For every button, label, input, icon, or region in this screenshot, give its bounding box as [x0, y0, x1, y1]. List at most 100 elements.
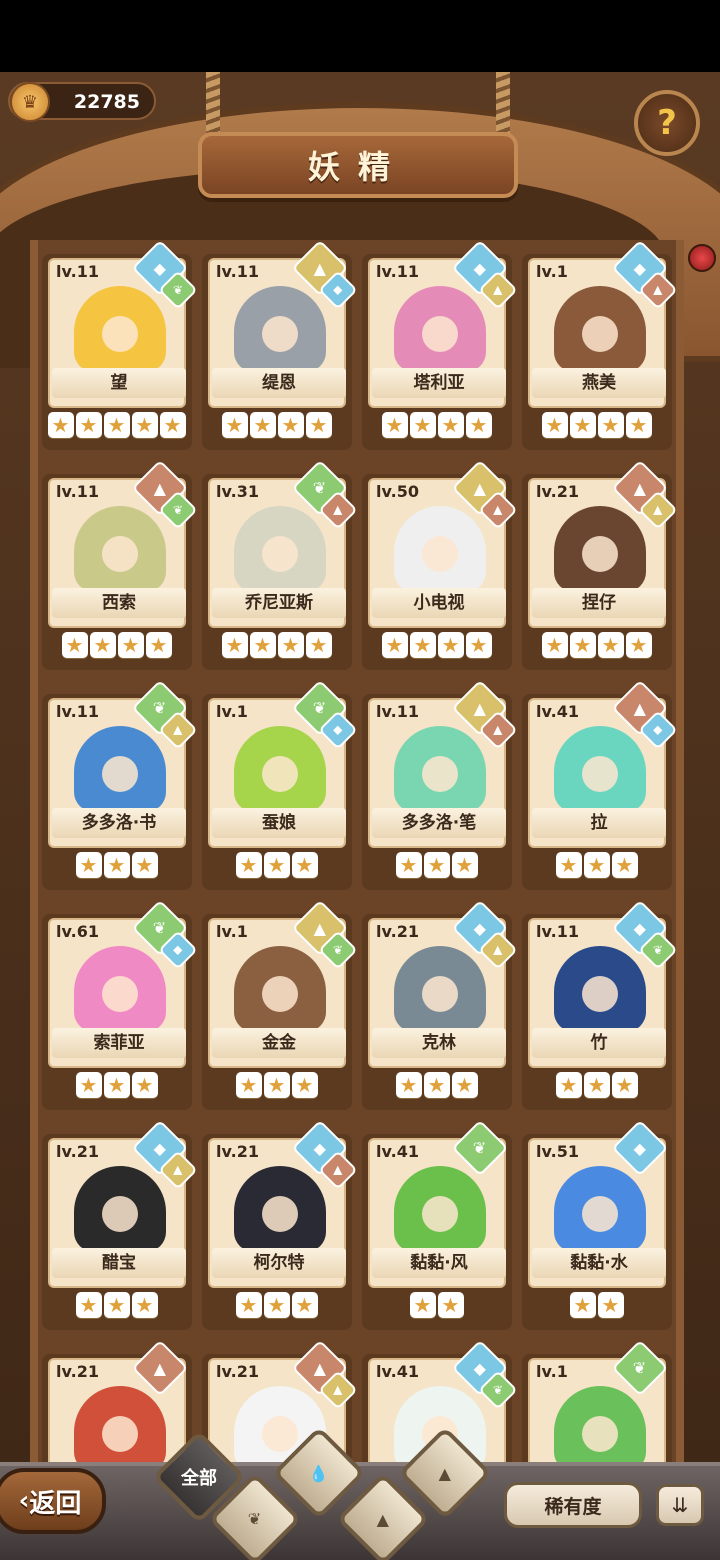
- fairy-name: 竹: [532, 1028, 666, 1058]
- fairy-portrait: [74, 286, 166, 372]
- fairy-card[interactable]: lv.61 索菲亚 ❦ ◆ ★ ★ ★: [42, 899, 198, 1110]
- fairy-card[interactable]: lv.11 多多洛·书 ❦ ▲ ★ ★ ★: [42, 679, 198, 890]
- star-icon: ★: [382, 632, 408, 658]
- fairy-level: lv.21: [56, 1362, 99, 1381]
- star-icon: ★: [222, 632, 248, 658]
- star-icon: ★: [236, 1292, 262, 1318]
- fairy-card[interactable]: lv.21 克林 ◆ ▲ ★ ★ ★: [362, 899, 518, 1110]
- star-icon: ★: [424, 1072, 450, 1098]
- fairy-card[interactable]: lv.51 黏黏·水 ◆ ★ ★: [522, 1119, 672, 1330]
- star-icon: ★: [598, 412, 624, 438]
- star-icon: ★: [104, 1072, 130, 1098]
- fairy-level: lv.41: [376, 1142, 419, 1161]
- star-icon: ★: [466, 632, 492, 658]
- fairy-card[interactable]: lv.41 黏黏·风 ❦ ★ ★: [362, 1119, 512, 1330]
- back-chevron-icon: ‹: [18, 1486, 30, 1516]
- star-icon: ★: [236, 852, 262, 878]
- star-icon: ★: [626, 412, 652, 438]
- star-rating: ★ ★ ★ ★ ★: [42, 412, 192, 438]
- star-icon: ★: [556, 852, 582, 878]
- fairy-name: 多多洛·笔: [372, 808, 506, 838]
- fairy-name: 蚕娘: [212, 808, 346, 838]
- star-rating: ★ ★ ★: [202, 1072, 352, 1098]
- star-rating: ★ ★ ★ ★: [202, 412, 352, 438]
- star-icon: ★: [612, 1072, 638, 1098]
- star-icon: ★: [570, 632, 596, 658]
- water-drop-icon: 💧: [309, 1463, 329, 1483]
- fairy-card[interactable]: lv.31 乔尼亚斯 ❦ ▲ ★ ★ ★ ★: [202, 459, 358, 670]
- fairy-portrait: [74, 506, 166, 592]
- fairy-portrait: [554, 286, 646, 372]
- fairy-card[interactable]: lv.11 缇恩 ▲ ◆ ★ ★ ★ ★: [202, 239, 358, 450]
- star-icon: ★: [410, 632, 436, 658]
- volcano-icon: ▲: [438, 1463, 452, 1483]
- star-icon: ★: [396, 852, 422, 878]
- star-icon: ★: [292, 852, 318, 878]
- fairy-name: 乔尼亚斯: [212, 588, 346, 618]
- fairy-name: 拉: [532, 808, 666, 838]
- page-title: 妖精: [307, 148, 408, 186]
- fairy-card[interactable]: lv.21 捏仔 ▲ ▲ ★ ★ ★ ★: [522, 459, 678, 670]
- star-rating: ★ ★ ★ ★: [522, 632, 672, 658]
- fairy-card[interactable]: lv.11 塔利亚 ◆ ▲ ★ ★ ★ ★: [362, 239, 518, 450]
- fairy-name: 西索: [52, 588, 186, 618]
- star-icon: ★: [542, 632, 568, 658]
- help-button[interactable]: ?: [634, 90, 700, 156]
- fairy-card[interactable]: lv.1 蚕娘 ❦ ◆ ★ ★ ★: [202, 679, 358, 890]
- star-icon: ★: [424, 852, 450, 878]
- star-icon: ★: [584, 852, 610, 878]
- fairy-level: lv.61: [56, 922, 99, 941]
- fairy-collection-screen: ♛ 22785 妖精 ? lv.11 望 ◆ ❦ ★ ★ ★ ★ ★ lv.11 缇恩 ▲ ◆ ★ ★ ★ ★ l…: [0, 72, 720, 1560]
- star-icon: ★: [104, 852, 130, 878]
- fairy-name: 柯尔特: [212, 1248, 346, 1278]
- star-icon: ★: [382, 412, 408, 438]
- star-icon: ★: [438, 1292, 464, 1318]
- coin-icon: ♛: [10, 82, 50, 122]
- star-rating: ★ ★ ★: [362, 1072, 512, 1098]
- fairy-level: lv.11: [376, 702, 419, 721]
- sort-rarity-button[interactable]: 稀有度: [504, 1482, 642, 1528]
- star-icon: ★: [236, 1072, 262, 1098]
- fairy-card[interactable]: lv.41 拉 ▲ ◆ ★ ★ ★: [522, 679, 678, 890]
- ladybug-icon[interactable]: [688, 244, 716, 272]
- star-rating: ★ ★ ★ ★: [522, 412, 672, 438]
- fairy-name: 克林: [372, 1028, 506, 1058]
- fairy-card[interactable]: lv.21 醋宝 ◆ ▲ ★ ★ ★: [42, 1119, 198, 1330]
- star-icon: ★: [306, 632, 332, 658]
- back-button-label: 返回: [29, 1488, 82, 1519]
- fairy-card[interactable]: lv.1 燕美 ◆ ▲ ★ ★ ★ ★: [522, 239, 678, 450]
- currency-display: ♛ 22785: [8, 82, 156, 122]
- fairy-portrait: [74, 1386, 166, 1472]
- star-icon: ★: [90, 632, 116, 658]
- star-icon: ★: [264, 1292, 290, 1318]
- fairy-level: lv.11: [56, 702, 99, 721]
- fairy-card[interactable]: lv.11 西索 ▲ ❦ ★ ★ ★ ★: [42, 459, 198, 670]
- fairy-level: lv.1: [536, 1362, 568, 1381]
- fairy-card[interactable]: lv.11 竹 ◆ ❦ ★ ★ ★: [522, 899, 678, 1110]
- fairy-card[interactable]: lv.11 望 ◆ ❦ ★ ★ ★ ★ ★: [42, 239, 198, 450]
- question-icon: ?: [657, 103, 677, 143]
- star-icon: ★: [278, 632, 304, 658]
- star-icon: ★: [104, 1292, 130, 1318]
- star-icon: ★: [48, 412, 74, 438]
- star-icon: ★: [410, 1292, 436, 1318]
- back-button[interactable]: ‹ 返回: [0, 1468, 106, 1534]
- sort-order-button[interactable]: ⇊: [656, 1484, 704, 1526]
- fairy-card[interactable]: lv.21 柯尔特 ◆ ▲ ★ ★ ★: [202, 1119, 358, 1330]
- star-icon: ★: [542, 412, 568, 438]
- top-black-bar: [0, 0, 720, 72]
- fairy-name: 望: [52, 368, 186, 398]
- fairy-card[interactable]: lv.50 小电视 ▲ ▲ ★ ★ ★ ★: [362, 459, 518, 670]
- fairy-card[interactable]: lv.1 金金 ▲ ❦ ★ ★ ★: [202, 899, 358, 1110]
- star-rating: ★ ★ ★: [42, 852, 192, 878]
- fairy-level: lv.11: [56, 262, 99, 281]
- star-rating: ★ ★ ★ ★: [362, 632, 512, 658]
- fairy-portrait: [74, 1166, 166, 1252]
- fairy-portrait: [394, 946, 486, 1032]
- fairy-level: lv.11: [216, 262, 259, 281]
- star-icon: ★: [570, 1292, 596, 1318]
- fairy-portrait: [234, 726, 326, 812]
- fairy-portrait: [554, 1386, 646, 1472]
- star-icon: ★: [452, 852, 478, 878]
- fairy-card[interactable]: lv.11 多多洛·笔 ▲ ▲ ★ ★ ★: [362, 679, 518, 890]
